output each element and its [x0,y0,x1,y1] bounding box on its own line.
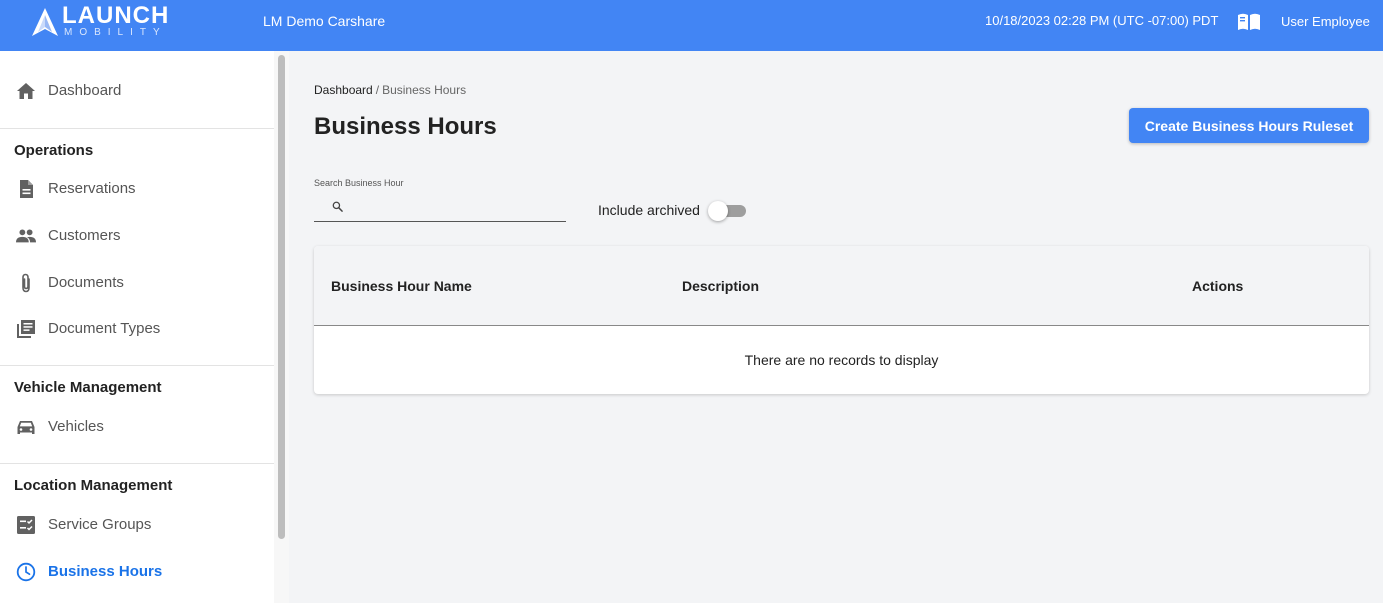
empty-table-message: There are no records to display [744,352,939,368]
current-datetime: 10/18/2023 02:28 PM (UTC -07:00) PDT [985,13,1219,28]
breadcrumb-current: Business Hours [382,83,467,97]
sidebar-item-customers[interactable]: Customers [0,216,274,256]
page-title: Business Hours [314,113,497,140]
logo-mark-icon [32,8,58,36]
sidebar-item-reservations[interactable]: Reservations [0,169,274,209]
sidebar-item-label: Reservations [48,180,136,197]
sidebar: Dashboard Operations Reservations Custom… [0,51,289,603]
sidebar-item-label: Documents [48,274,124,291]
create-business-hours-ruleset-button[interactable]: Create Business Hours Ruleset [1129,108,1369,143]
section-title-operations: Operations [14,142,94,159]
sidebar-scrollbar-thumb[interactable] [278,55,285,539]
include-archived-toggle[interactable] [708,201,748,221]
include-archived-label: Include archived [598,202,700,218]
sidebar-item-document-types[interactable]: Document Types [0,309,274,349]
document-icon [20,180,33,198]
column-header-actions: Actions [1192,278,1244,294]
business-hours-table: Business Hour Name Description Actions T… [314,246,1369,394]
checklist-icon [17,516,35,534]
search-field[interactable] [314,194,566,222]
sidebar-item-business-hours[interactable]: Business Hours [0,552,274,592]
sidebar-item-label: Dashboard [48,82,122,99]
user-menu[interactable]: User Employee [1281,14,1370,30]
sidebar-divider [0,365,274,366]
sidebar-item-label: Business Hours [48,563,163,580]
clock-icon [16,562,36,582]
logo-subword: MOBILITY [64,27,167,38]
sidebar-divider [0,128,274,129]
sidebar-item-documents[interactable]: Documents [0,263,274,303]
launch-mobility-logo[interactable]: LAUNCH MOBILITY [30,3,180,39]
table-header: Business Hour Name Description Actions [314,246,1369,326]
sidebar-item-label: Customers [48,227,121,244]
breadcrumb: Dashboard / Business Hours [314,83,466,98]
breadcrumb-separator: / [375,83,380,97]
section-title-location-management: Location Management [14,477,173,494]
sidebar-nav: Dashboard Operations Reservations Custom… [0,51,274,603]
toggle-knob [708,201,728,221]
sidebar-item-label: Document Types [48,320,161,337]
sidebar-item-vehicles[interactable]: Vehicles [0,407,274,447]
sidebar-item-label: Vehicles [48,418,104,435]
search-label: Search Business Hour [314,178,404,188]
sidebar-divider [0,463,274,464]
column-header-description[interactable]: Description [682,278,759,295]
top-bar: LAUNCH MOBILITY LM Demo Carshare 10/18/2… [0,0,1383,51]
organization-name: LM Demo Carshare [263,13,386,29]
breadcrumb-dashboard-link[interactable]: Dashboard [314,83,373,97]
search-icon [332,201,343,212]
section-title-vehicle-management: Vehicle Management [14,379,162,396]
library-books-icon [17,320,35,338]
car-icon [17,421,35,434]
column-header-business-hour-name[interactable]: Business Hour Name [331,278,472,295]
people-icon [16,229,36,243]
sidebar-item-label: Service Groups [48,516,152,533]
logo-word: LAUNCH [62,2,170,29]
sidebar-item-dashboard[interactable]: Dashboard [0,71,274,111]
search-input[interactable] [350,196,560,218]
home-icon [17,83,35,99]
book-open-icon[interactable] [1237,12,1261,32]
sidebar-item-service-groups[interactable]: Service Groups [0,505,274,545]
paperclip-icon [22,273,30,293]
